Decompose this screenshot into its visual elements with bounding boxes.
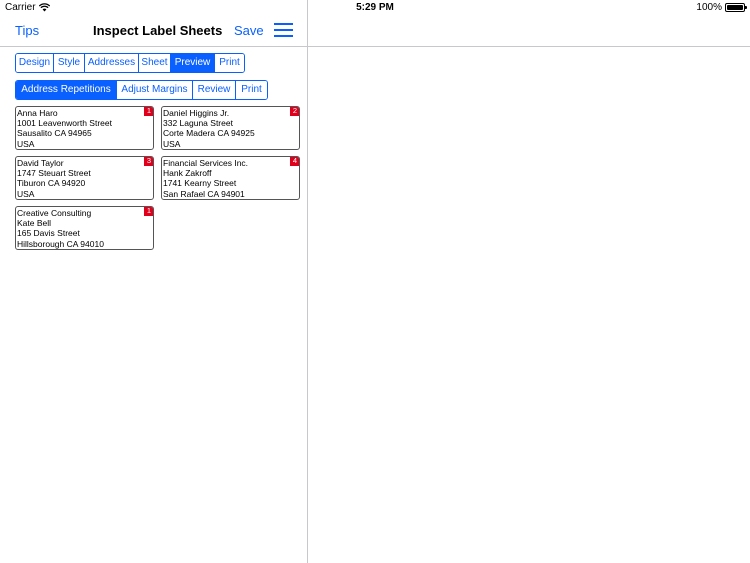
label-line: Financial Services Inc. (163, 158, 249, 168)
label-line: Sausalito CA 94965 (17, 128, 92, 139)
battery-icon (725, 3, 747, 12)
address-label[interactable]: Financial Services Inc. Hank Zakroff 174… (161, 156, 300, 200)
tab-print[interactable]: Print (215, 54, 244, 72)
label-line: 1741 Kearny Street (163, 178, 237, 189)
tab-sheet[interactable]: Sheet (139, 54, 171, 72)
tab-adjust-margins[interactable]: Adjust Margins (117, 81, 193, 99)
repetition-count-badge: 2 (290, 107, 299, 116)
label-line: David Taylor (17, 158, 64, 168)
label-line: Hillsborough CA 94010 (17, 238, 104, 249)
tab-address-repetitions[interactable]: Address Repetitions (16, 81, 117, 99)
tab-print-sub[interactable]: Print (236, 81, 267, 99)
address-label[interactable]: Anna Haro 1001 Leavenworth Street Sausal… (15, 106, 154, 150)
label-line: 1001 Leavenworth Street (17, 118, 112, 129)
label-line: Anna Haro (17, 108, 58, 118)
label-line: Daniel Higgins Jr. (163, 108, 230, 118)
tab-style[interactable]: Style (54, 54, 85, 72)
tab-preview[interactable]: Preview (171, 54, 215, 72)
label-line: Creative Consulting (17, 208, 92, 218)
label-line: San Rafael CA 94901 (163, 188, 245, 199)
battery-indicator: 100% (696, 2, 747, 13)
split-view-divider (307, 0, 308, 563)
label-line: 1747 Steuart Street (17, 168, 91, 179)
label-line: Hank Zakroff (163, 168, 212, 179)
repetition-count-badge: 1 (144, 107, 153, 116)
tab-addresses[interactable]: Addresses (85, 54, 139, 72)
label-line: USA (17, 188, 35, 199)
battery-percent: 100% (696, 2, 722, 13)
address-label[interactable]: Daniel Higgins Jr. 332 Laguna Street Cor… (161, 106, 300, 150)
sub-tabs: Address Repetitions Adjust Margins Revie… (15, 80, 268, 100)
label-line: USA (17, 138, 35, 149)
label-line: Corte Madera CA 94925 (163, 128, 255, 139)
address-label[interactable]: Creative Consulting Kate Bell 165 Davis … (15, 206, 154, 250)
label-line: Kate Bell (17, 218, 52, 229)
repetition-count-badge: 4 (290, 157, 299, 166)
tab-review[interactable]: Review (193, 81, 236, 99)
repetition-count-badge: 3 (144, 157, 153, 166)
label-line: 165 Davis Street (17, 228, 80, 239)
tab-design[interactable]: Design (16, 54, 54, 72)
label-line: 332 Laguna Street (163, 118, 233, 129)
label-line: USA (163, 138, 181, 149)
master-pane: Design Style Addresses Sheet Preview Pri… (0, 0, 307, 563)
address-label[interactable]: David Taylor 1747 Steuart Street Tiburon… (15, 156, 154, 200)
label-line: Tiburon CA 94920 (17, 178, 86, 189)
main-tabs: Design Style Addresses Sheet Preview Pri… (15, 53, 245, 73)
repetition-count-badge: 1 (144, 207, 153, 216)
